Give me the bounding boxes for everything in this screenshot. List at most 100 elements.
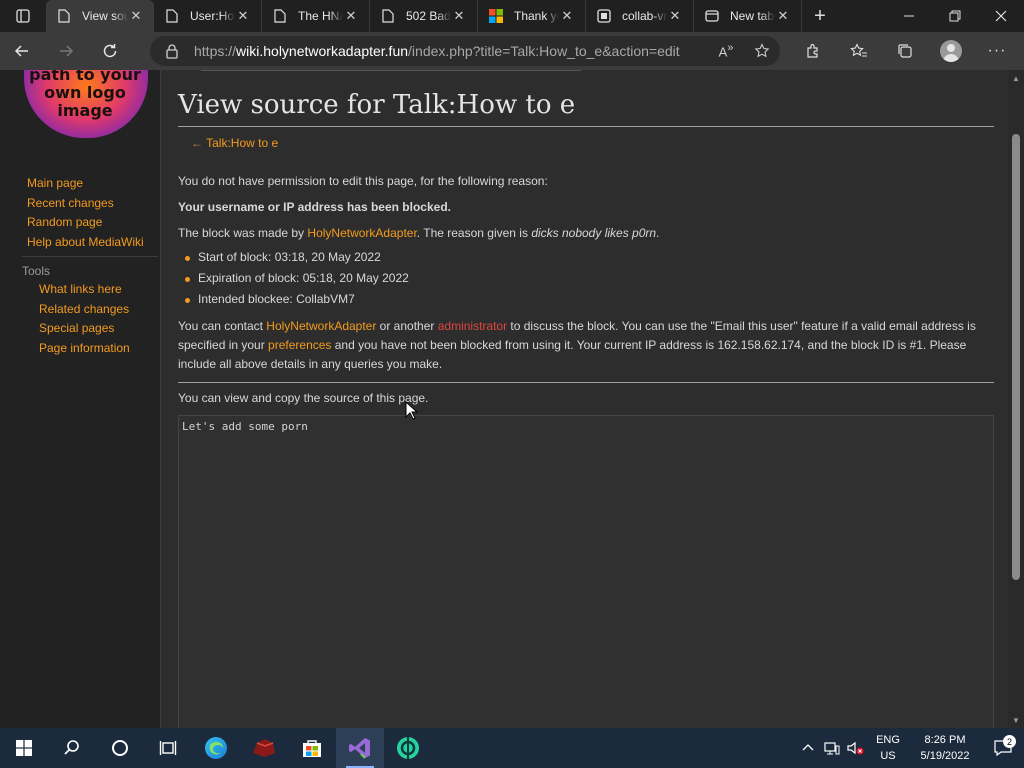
page-scrollbar[interactable]: ▲ ▼ xyxy=(1008,70,1024,728)
back-button[interactable] xyxy=(0,32,44,70)
tools-heading: Tools xyxy=(22,264,51,278)
backlink: ← Talk:How to e xyxy=(191,136,278,150)
preferences-link[interactable]: preferences xyxy=(268,338,331,352)
tab-label: 502 Bad Gateway xyxy=(406,9,451,23)
star-add-icon xyxy=(754,43,770,58)
source-textarea[interactable] xyxy=(178,415,994,728)
system-tray: ENG US 8:26 PM 5/19/2022 2 xyxy=(796,728,1024,768)
page-viewport: path to your own logo image Main page Re… xyxy=(0,70,1024,728)
refresh-icon xyxy=(103,44,117,58)
clock-button[interactable]: 8:26 PM 5/19/2022 xyxy=(908,732,982,764)
notifications-button[interactable]: 2 xyxy=(982,735,1024,756)
contact-paragraph: You can contact HolyNetworkAdapter or an… xyxy=(178,317,998,374)
scroll-up-icon[interactable]: ▲ xyxy=(1008,70,1024,86)
search-button[interactable] xyxy=(48,728,96,768)
edge-taskbar-button[interactable] xyxy=(192,728,240,768)
url-prefix: https:// xyxy=(194,43,237,59)
profile-button[interactable] xyxy=(928,32,974,70)
sidebar-link-what-links-here[interactable]: What links here xyxy=(39,280,130,300)
sidebar-link-help[interactable]: Help about MediaWiki xyxy=(27,233,144,253)
sidebar-link-page-information[interactable]: Page information xyxy=(39,339,130,359)
list-item: Start of block: 03:18, 20 May 2022 xyxy=(185,247,409,268)
windows-icon xyxy=(16,740,32,756)
sidebar-link-random-page[interactable]: Random page xyxy=(27,213,144,233)
visual-studio-taskbar-button[interactable] xyxy=(336,728,384,768)
new-tab-button[interactable]: + xyxy=(802,0,838,32)
url-text[interactable]: https://wiki.holynetworkadapter.fun/inde… xyxy=(194,43,680,59)
page-icon xyxy=(164,8,180,24)
scroll-down-icon[interactable]: ▼ xyxy=(1008,712,1024,728)
chevron-up-icon xyxy=(802,744,814,751)
close-tab-icon[interactable]: ✕ xyxy=(667,8,683,24)
avatar xyxy=(940,40,962,62)
sidebar-link-main-page[interactable]: Main page xyxy=(27,174,144,194)
tab-view-source[interactable]: View source for Talk:How to e ✕ xyxy=(46,0,154,32)
close-tab-icon[interactable]: ✕ xyxy=(343,8,359,24)
tab-thank-you[interactable]: Thank you ✕ xyxy=(478,0,586,32)
tab-hna-wiki[interactable]: The HNA Wiki ✕ xyxy=(262,0,370,32)
tab-bad-gateway[interactable]: 502 Bad Gateway ✕ xyxy=(370,0,478,32)
sidebar-link-recent-changes[interactable]: Recent changes xyxy=(27,194,144,214)
tab-user-page[interactable]: User:HolyNetworkAdapter ✕ xyxy=(154,0,262,32)
input-language-button[interactable]: ENG US xyxy=(868,732,908,764)
task-view-button[interactable] xyxy=(144,728,192,768)
edge-icon xyxy=(205,737,227,759)
start-button[interactable] xyxy=(0,728,48,768)
microsoft-icon xyxy=(488,8,504,24)
url-host: wiki.holynetworkadapter.fun xyxy=(236,43,409,59)
volume-button[interactable] xyxy=(844,741,868,755)
tab-label: collab-vm xyxy=(622,9,667,23)
sidebar-link-special-pages[interactable]: Special pages xyxy=(39,319,130,339)
close-window-button[interactable] xyxy=(978,0,1024,32)
extensions-button[interactable] xyxy=(790,32,836,70)
restore-button[interactable] xyxy=(932,0,978,32)
network-button[interactable] xyxy=(820,741,844,755)
minimize-button[interactable] xyxy=(886,0,932,32)
game-app-taskbar-button[interactable] xyxy=(240,728,288,768)
address-bar[interactable]: https://wiki.holynetworkadapter.fun/inde… xyxy=(150,36,780,66)
favorites-icon xyxy=(850,43,867,57)
backlink-talk-page[interactable]: Talk:How to e xyxy=(206,136,278,150)
browser-toolbar: https://wiki.holynetworkadapter.fun/inde… xyxy=(0,32,1024,70)
cortana-button[interactable] xyxy=(96,728,144,768)
close-tab-icon[interactable]: ✕ xyxy=(559,8,575,24)
tab-new-tab[interactable]: New tab ✕ xyxy=(694,0,802,32)
close-tab-icon[interactable]: ✕ xyxy=(451,8,467,24)
blocked-notice: Your username or IP address has been blo… xyxy=(178,200,451,214)
collections-icon xyxy=(898,44,912,58)
lock-icon[interactable] xyxy=(164,43,180,59)
tab-actions-button[interactable] xyxy=(0,0,46,32)
notification-badge: 2 xyxy=(1003,735,1016,748)
contact-admin-link[interactable]: HolyNetworkAdapter xyxy=(266,319,376,333)
scrollbar-thumb[interactable] xyxy=(1012,134,1020,580)
site-logo[interactable]: path to your own logo image xyxy=(20,70,150,140)
refresh-button[interactable] xyxy=(88,32,132,70)
newtab-icon xyxy=(704,8,720,24)
minimize-icon xyxy=(904,15,914,17)
visual-studio-icon xyxy=(349,738,370,759)
settings-menu-button[interactable]: ··· xyxy=(974,32,1020,70)
block-made-by-prefix: The block was made by xyxy=(178,226,308,240)
navigation-portal: Main page Recent changes Random page Hel… xyxy=(27,174,144,252)
collabvm-icon xyxy=(596,8,612,24)
block-admin-link[interactable]: HolyNetworkAdapter xyxy=(307,226,416,240)
forward-button[interactable] xyxy=(44,32,88,70)
tab-label: New tab xyxy=(730,9,775,23)
administrator-link[interactable]: administrator xyxy=(438,319,507,333)
collections-button[interactable] xyxy=(882,32,928,70)
windows-taskbar: ENG US 8:26 PM 5/19/2022 2 xyxy=(0,728,1024,768)
sidebar-link-related-changes[interactable]: Related changes xyxy=(39,300,130,320)
close-tab-icon[interactable]: ✕ xyxy=(235,8,251,24)
tab-collab-vm[interactable]: collab-vm ✕ xyxy=(586,0,694,32)
title-divider xyxy=(178,126,994,127)
favorites-button[interactable] xyxy=(836,32,882,70)
add-favorite-button[interactable] xyxy=(744,43,780,59)
keyboard-layout: US xyxy=(880,750,896,762)
mouse-cursor-icon xyxy=(405,401,419,420)
close-tab-icon[interactable]: ✕ xyxy=(128,8,144,24)
app-taskbar-button[interactable] xyxy=(384,728,432,768)
read-aloud-button[interactable]: A» xyxy=(708,42,744,59)
show-hidden-icons-button[interactable] xyxy=(796,742,820,754)
close-tab-icon[interactable]: ✕ xyxy=(775,8,791,24)
store-taskbar-button[interactable] xyxy=(288,728,336,768)
